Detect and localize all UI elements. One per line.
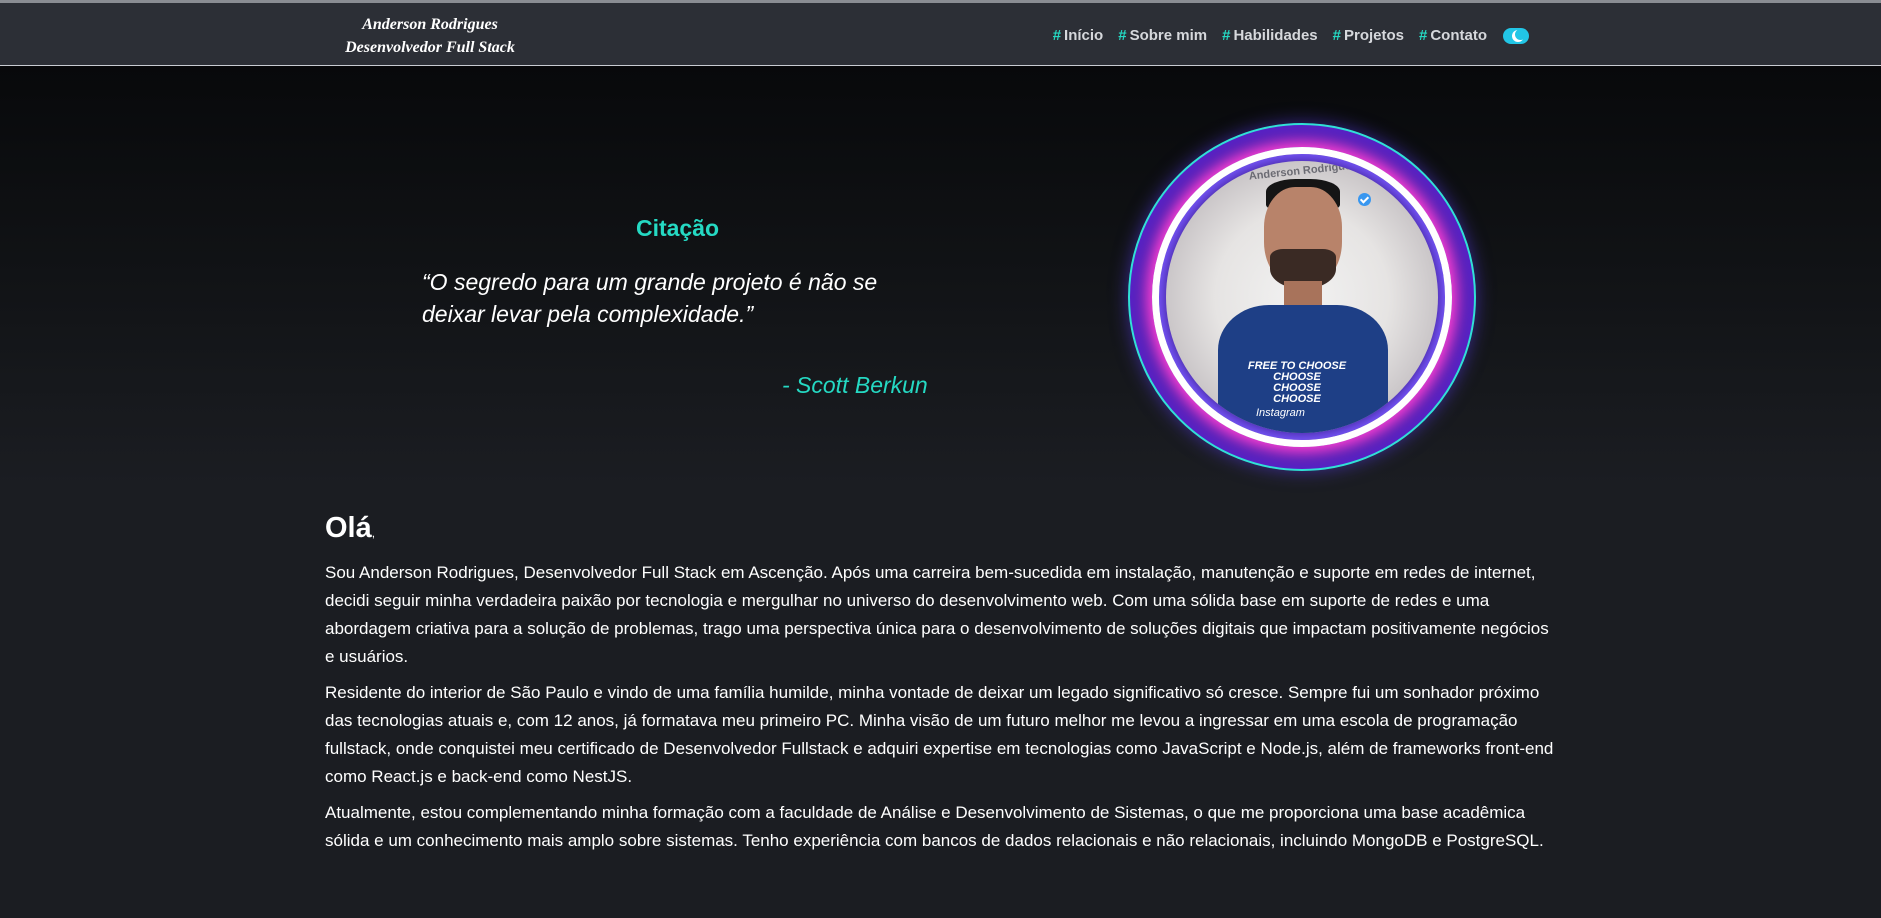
avatar: Anderson Rodrigues FREE TO CHOOSE CHOOSE… bbox=[1166, 161, 1438, 433]
hash-icon: # bbox=[1419, 27, 1428, 44]
avatar-frame: Anderson Rodrigues FREE TO CHOOSE CHOOSE… bbox=[1128, 123, 1476, 471]
nav-link-contato[interactable]: # Contato bbox=[1419, 27, 1487, 44]
quote-title: Citação bbox=[635, 215, 720, 242]
about-heading-text: Olá bbox=[325, 512, 372, 544]
avatar-shirt-text: FREE TO CHOOSE CHOOSE CHOOSE CHOOSE bbox=[1232, 361, 1362, 405]
about-heading-suffix: , bbox=[371, 526, 376, 540]
nav-link-label: Contato bbox=[1430, 27, 1487, 44]
nav-link-habilidades[interactable]: # Habilidades bbox=[1222, 27, 1318, 44]
moon-icon bbox=[1512, 28, 1526, 42]
quote-text: “O segredo para um grande projeto é não … bbox=[422, 269, 878, 327]
nav-link-projetos[interactable]: # Projetos bbox=[1333, 27, 1404, 44]
main-nav: # Início # Sobre mim # Habilidades # Projeto… bbox=[1038, 27, 1529, 44]
nav-link-label: Habilidades bbox=[1233, 27, 1318, 44]
about-heading: Olá, bbox=[325, 508, 1560, 553]
shirt-line: CHOOSE bbox=[1273, 393, 1321, 405]
about-paragraph: Sou Anderson Rodrigues, Desenvolvedor Fu… bbox=[325, 563, 1549, 666]
nav-link-inicio[interactable]: # Início bbox=[1053, 27, 1104, 44]
hash-icon: # bbox=[1222, 27, 1231, 44]
brand-logo[interactable]: Anderson Rodrigues Desenvolvedor Full St… bbox=[330, 13, 530, 59]
nav-link-label: Projetos bbox=[1343, 27, 1404, 44]
nav-link-label: Início bbox=[1064, 27, 1104, 44]
hash-icon: # bbox=[1052, 27, 1062, 44]
hash-icon: # bbox=[1118, 27, 1127, 44]
nav-link-label: Sobre mim bbox=[1129, 27, 1208, 44]
brand-name: Anderson Rodrigues bbox=[362, 16, 498, 33]
about-paragraph: Residente do interior de São Paulo e vin… bbox=[325, 683, 1554, 786]
verified-check-icon bbox=[1358, 193, 1371, 206]
theme-toggle[interactable] bbox=[1503, 27, 1529, 44]
hash-icon: # bbox=[1332, 27, 1341, 44]
quote-author: - Scott Berkun bbox=[782, 372, 928, 398]
nav-link-sobre-mim[interactable]: # Sobre mim bbox=[1118, 27, 1207, 44]
navbar: Anderson Rodrigues Desenvolvedor Full St… bbox=[0, 3, 1881, 66]
about-paragraph: Atualmente, estou complementando minha f… bbox=[325, 803, 1544, 850]
brand-role: Desenvolvedor Full Stack bbox=[345, 39, 515, 56]
about-section: Olá, Sou Anderson Rodrigues, Desenvolved… bbox=[325, 508, 1560, 863]
instagram-watermark: Instagram bbox=[1256, 407, 1305, 419]
